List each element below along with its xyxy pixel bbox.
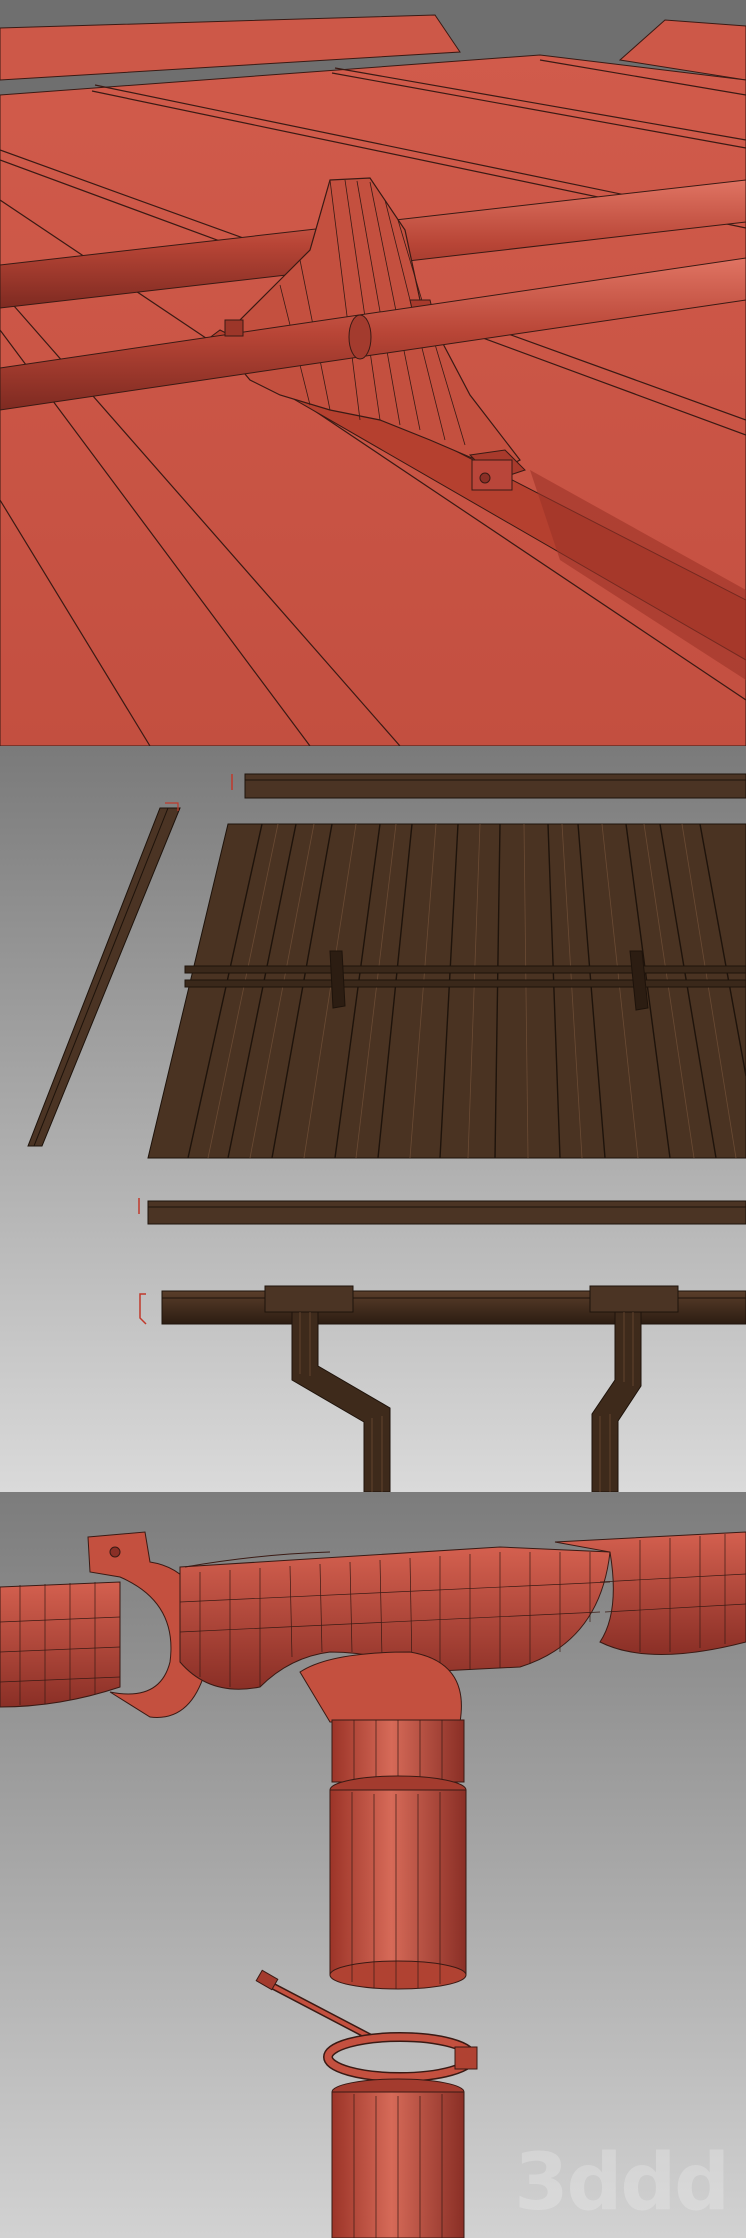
gutter-closeup-panel: 3ddd xyxy=(0,1492,746,2238)
bolt-icon xyxy=(109,1546,121,1558)
parts-overview-panel xyxy=(0,746,746,1492)
ridge-strip xyxy=(244,773,746,799)
downpipe-lower xyxy=(331,2078,465,2238)
bolt-icon xyxy=(479,472,491,484)
gutter-closeup-render xyxy=(0,1492,746,2238)
bracket-clamp xyxy=(471,459,513,491)
snow-bar-lower xyxy=(184,979,746,988)
downpipe-upper xyxy=(329,1775,467,1990)
gutter-funnel xyxy=(264,1285,354,1313)
gutter-funnel xyxy=(589,1285,679,1313)
parts-overview-render xyxy=(0,746,746,1492)
snow-bar-upper xyxy=(184,965,746,974)
roof-closeup-panel xyxy=(0,0,746,746)
roof-panel-assembly xyxy=(147,823,746,1159)
roof-closeup-render xyxy=(0,0,746,746)
watermark-logo: 3ddd xyxy=(514,2138,730,2228)
gutter-run xyxy=(139,1285,746,1325)
eave-strip xyxy=(147,1200,746,1225)
gutter-trough-left xyxy=(0,1581,121,1708)
